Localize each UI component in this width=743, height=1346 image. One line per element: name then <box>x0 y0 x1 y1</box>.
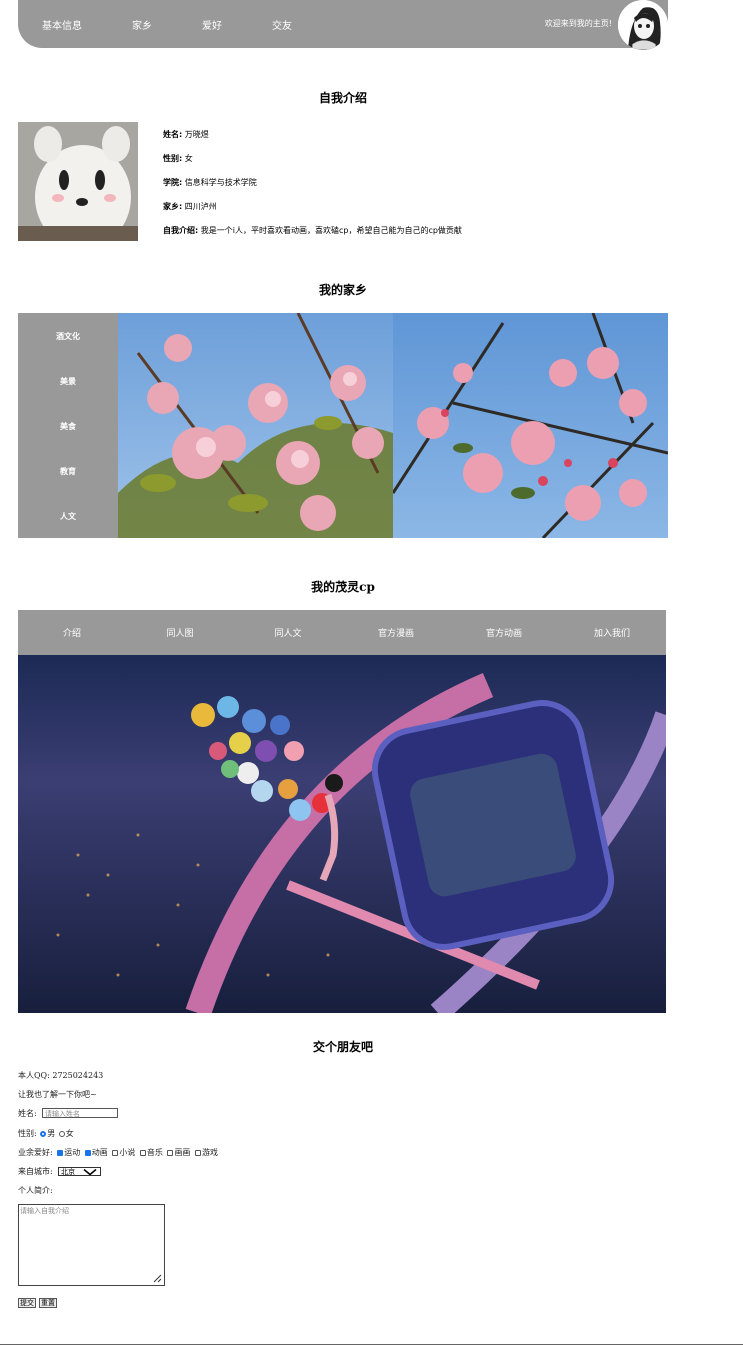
name-input[interactable]: 请输入姓名 <box>42 1108 118 1118</box>
hobby-music: 音乐 <box>146 1148 163 1157</box>
qq-value: 2725024243 <box>52 1071 104 1080</box>
cp-tab-official-manga[interactable]: 官方漫画 <box>342 626 450 639</box>
intro-row-name: 姓名: 万晓煜 <box>163 129 209 140</box>
city-label: 来自城市: <box>18 1167 53 1176</box>
friend-title: 交个朋友吧 <box>312 1040 373 1054</box>
self-intro-label: 自我介绍: <box>163 226 199 235</box>
hobby-label: 业余爱好: <box>18 1148 53 1157</box>
nav-link-hobbies[interactable]: 爱好 <box>202 17 222 32</box>
hobby-drawing: 画画 <box>174 1148 191 1157</box>
hometown-title: 我的家乡 <box>318 283 367 297</box>
menu-item-wine-culture[interactable]: 酒文化 <box>18 331 118 342</box>
hobby-checkbox-anime[interactable] <box>84 1149 91 1156</box>
cp-tab-fan-art[interactable]: 同人图 <box>126 626 234 639</box>
college-value: 信息科学与技术学院 <box>184 178 257 187</box>
nav-link-friends[interactable]: 交友 <box>272 17 292 32</box>
cp-title: 我的茂灵cp <box>311 580 375 594</box>
hometown-value: 四川泸州 <box>184 202 217 211</box>
hobby-sports: 运动 <box>64 1148 81 1157</box>
top-nav-bar: 基本信息 家乡 爱好 交友 欢迎来到我的主页! <box>18 0 668 50</box>
gender-option-female: 女 <box>65 1129 74 1138</box>
cp-tab-fan-fiction[interactable]: 同人文 <box>234 626 342 639</box>
hobby-games: 游戏 <box>201 1148 218 1157</box>
menu-item-scenery[interactable]: 美景 <box>18 376 118 387</box>
menu-item-food[interactable]: 美食 <box>18 421 118 432</box>
gender-radio-female[interactable] <box>58 1130 65 1137</box>
submit-button[interactable]: 提交 <box>18 1298 36 1308</box>
chevron-down-icon <box>83 1169 97 1175</box>
gender-option-male: 男 <box>47 1129 56 1138</box>
hobby-checkbox-music[interactable] <box>139 1149 146 1156</box>
page-bottom-divider <box>0 1344 743 1345</box>
cp-tab-join-us[interactable]: 加入我们 <box>558 626 666 639</box>
hobby-novel: 小说 <box>119 1148 136 1157</box>
college-label: 学院: <box>163 178 183 187</box>
resize-handle-icon[interactable] <box>152 1273 162 1283</box>
gender-form-label: 性别: <box>18 1129 37 1138</box>
hobby-anime: 动画 <box>91 1148 108 1157</box>
city-value: 北京 <box>61 1168 75 1176</box>
qq-label: 本人QQ: <box>18 1071 50 1080</box>
intro-row-hometown: 家乡: 四川泸州 <box>163 201 217 212</box>
welcome-text: 欢迎来到我的主页! <box>544 19 612 28</box>
hobby-checkbox-drawing[interactable] <box>167 1149 174 1156</box>
cp-tab-official-anime[interactable]: 官方动画 <box>450 626 558 639</box>
gender-label: 性别: <box>163 154 183 163</box>
hobby-checkbox-novel[interactable] <box>112 1149 119 1156</box>
nav-link-hometown[interactable]: 家乡 <box>132 17 152 32</box>
profile-photo <box>18 122 138 241</box>
intro-row-college: 学院: 信息科学与技术学院 <box>163 177 257 188</box>
hobby-row: 业余爱好: 运动 动画 小说 音乐 画画 游戏 <box>18 1147 218 1158</box>
cp-banner-image <box>18 655 666 1013</box>
gender-radio-male[interactable] <box>40 1130 47 1137</box>
hometown-photo-2 <box>393 313 668 538</box>
avatar <box>618 0 668 50</box>
bio-placeholder: 请输入自我介绍 <box>20 1207 69 1215</box>
city-select[interactable]: 北京 <box>58 1167 101 1176</box>
bio-textarea[interactable]: 请输入自我介绍 <box>18 1204 165 1286</box>
intro-row-gender: 性别: 女 <box>163 153 193 164</box>
bio-label: 个人简介: <box>18 1186 53 1195</box>
cp-tab-intro[interactable]: 介绍 <box>18 626 126 639</box>
menu-item-culture[interactable]: 人文 <box>18 511 118 522</box>
form-prompt: 让我也了解一下你吧~ <box>18 1090 97 1099</box>
hobby-checkbox-sports[interactable] <box>57 1149 64 1156</box>
intro-row-self: 自我介绍: 我是一个i人，平时喜欢看动画，喜欢磕cp，希望自己能为自己的cp做贡… <box>163 225 462 236</box>
hobby-checkbox-games[interactable] <box>194 1149 201 1156</box>
gender-row: 性别: 男 女 <box>18 1128 74 1139</box>
name-label-form: 姓名: <box>18 1109 37 1118</box>
intro-title: 自我介绍 <box>318 91 367 105</box>
menu-item-education[interactable]: 教育 <box>18 466 118 477</box>
gender-value: 女 <box>184 154 193 163</box>
hometown-photo-1 <box>118 313 393 538</box>
qq-row: 本人QQ: 2725024243 <box>18 1070 103 1081</box>
self-intro-value: 我是一个i人，平时喜欢看动画，喜欢磕cp，希望自己能为自己的cp做贡献 <box>200 226 462 235</box>
nav-link-basic-info[interactable]: 基本信息 <box>42 17 82 32</box>
hometown-menu: 酒文化 美景 美食 教育 人文 <box>18 313 118 538</box>
hometown-label: 家乡: <box>163 202 183 211</box>
name-value: 万晓煜 <box>184 130 209 139</box>
cp-nav-bar: 介绍 同人图 同人文 官方漫画 官方动画 加入我们 <box>18 610 666 655</box>
name-label: 姓名: <box>163 130 183 139</box>
reset-button[interactable]: 重置 <box>39 1298 57 1308</box>
